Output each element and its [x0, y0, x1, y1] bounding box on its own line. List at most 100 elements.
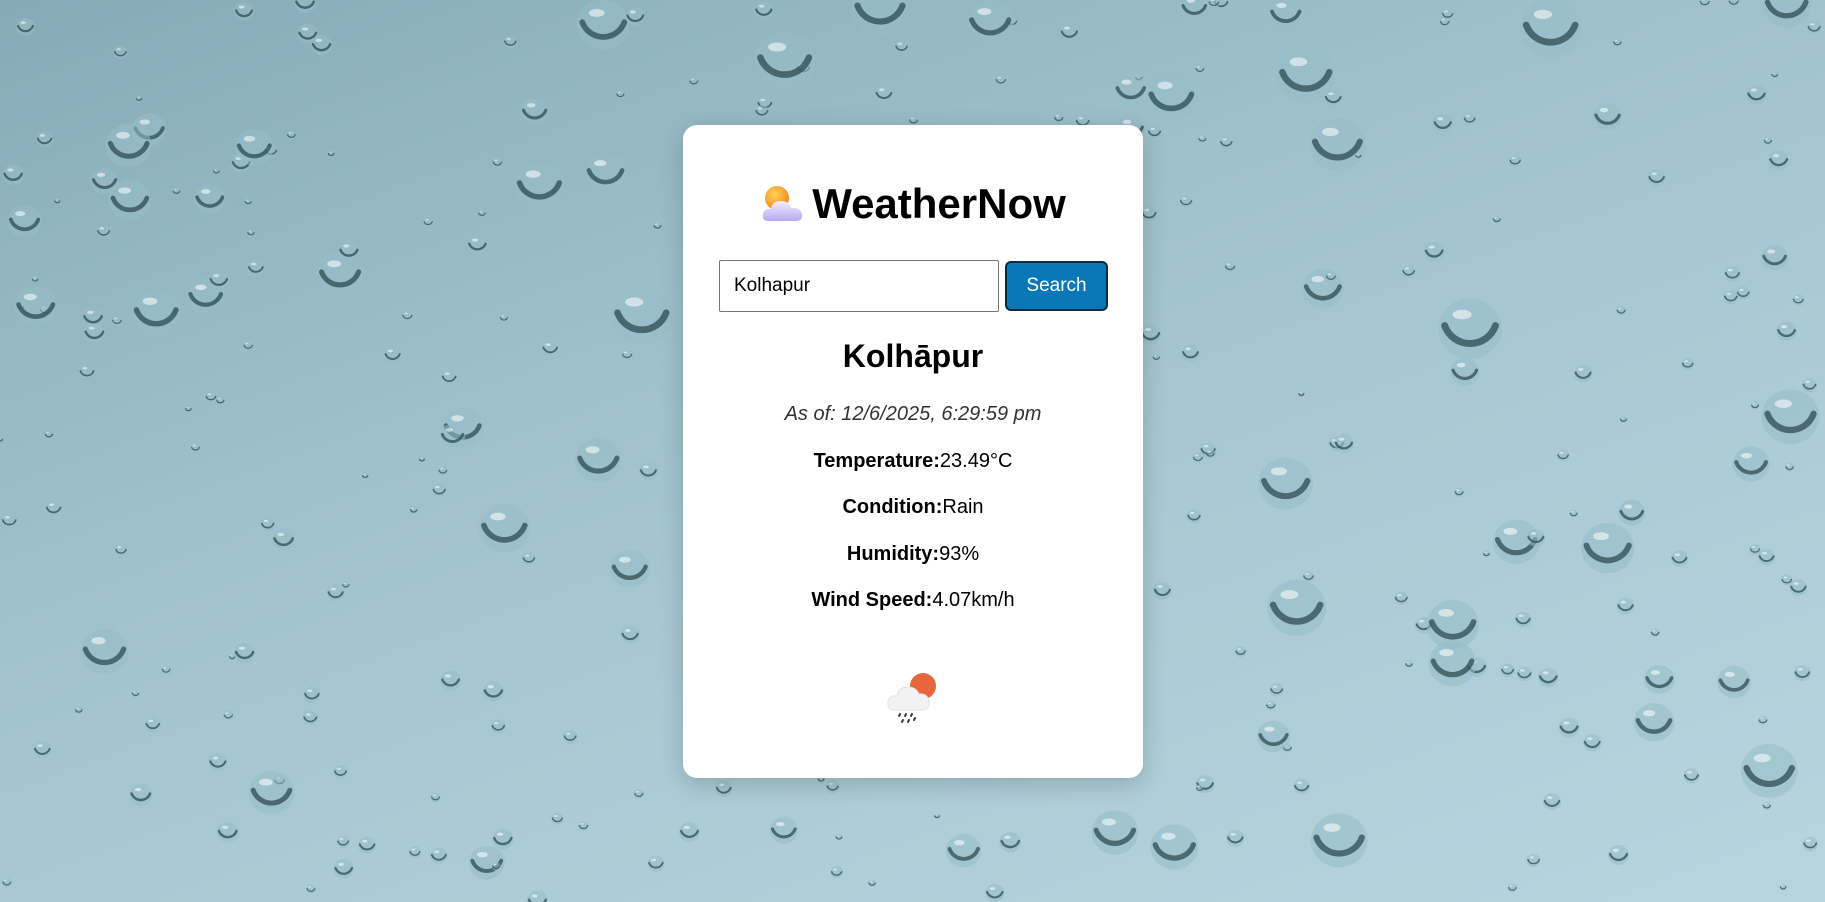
- water-drop: [1762, 801, 1772, 811]
- water-drop: [161, 665, 171, 675]
- water-drop: [1569, 509, 1578, 518]
- water-drop: [526, 890, 548, 902]
- water-drop: [78, 364, 96, 380]
- water-drop: [1301, 268, 1344, 309]
- water-drop: [135, 95, 143, 103]
- water-drop: [54, 198, 61, 205]
- water-drop: [830, 866, 843, 879]
- water-drop: [520, 98, 549, 125]
- water-drop: [754, 31, 815, 90]
- wind-speed-value: 4.07km/h: [932, 589, 1015, 611]
- water-drop: [1732, 446, 1770, 482]
- water-drop: [31, 276, 39, 283]
- water-drop: [1140, 324, 1162, 345]
- water-drop: [541, 340, 559, 357]
- water-drop: [966, 0, 1014, 45]
- water-drop: [2, 164, 24, 186]
- search-bar: Search: [719, 260, 1108, 312]
- water-drop: [440, 670, 461, 691]
- humidity-value: 93%: [939, 543, 980, 565]
- water-drop: [1192, 452, 1204, 464]
- water-drop: [1428, 640, 1477, 687]
- water-drop: [1508, 154, 1522, 167]
- water-drop: [1194, 64, 1205, 74]
- water-drop: [1195, 784, 1205, 793]
- water-drop: [1526, 528, 1546, 547]
- city-name: Kolhāpur: [842, 338, 984, 374]
- water-drop: [316, 252, 364, 297]
- water-drop: [1736, 286, 1751, 300]
- water-drop: [204, 391, 217, 403]
- water-drop: [7, 204, 42, 238]
- water-drop: [131, 288, 181, 336]
- water-drop: [1355, 152, 1362, 159]
- water-drop: [647, 855, 665, 872]
- water-drop: [679, 822, 700, 842]
- water-drop: [409, 506, 418, 514]
- water-drop: [1309, 117, 1366, 172]
- water-drop: [1616, 597, 1635, 615]
- rain-cloud-sun-icon: [887, 673, 936, 723]
- search-button[interactable]: Search: [1005, 261, 1108, 311]
- water-drop: [1267, 579, 1327, 636]
- water-drop: [1618, 499, 1646, 526]
- water-drop: [1699, 0, 1711, 8]
- water-drop: [1180, 0, 1209, 21]
- water-drop: [1607, 845, 1630, 866]
- water-drop: [754, 1, 774, 20]
- water-drop: [995, 74, 1007, 86]
- water-drop: [208, 753, 228, 772]
- water-drop: [499, 314, 509, 323]
- water-drop: [577, 0, 630, 50]
- water-drop: [362, 472, 369, 479]
- water-drop: [247, 229, 255, 237]
- temperature-row: Temperature:23.49°C: [683, 450, 1143, 473]
- water-drop: [615, 90, 625, 99]
- water-drop: [233, 642, 256, 664]
- water-drop: [934, 813, 941, 820]
- water-drop: [14, 286, 58, 328]
- water-drop: [851, 0, 909, 36]
- water-drop: [1, 513, 18, 529]
- water-drop: [1779, 883, 1787, 891]
- water-drop: [1492, 215, 1501, 224]
- water-drop: [1140, 205, 1158, 222]
- water-drop: [521, 552, 536, 566]
- water-drop: [244, 198, 252, 206]
- water-drop: [1784, 462, 1795, 472]
- water-drop: [1681, 357, 1695, 371]
- water-drop: [1717, 665, 1752, 699]
- water-drop: [1526, 853, 1541, 868]
- water-drop: [1150, 824, 1199, 870]
- water-drop: [1432, 113, 1453, 133]
- water-drop: [90, 167, 119, 195]
- water-drop: [190, 443, 201, 453]
- water-drop: [1059, 23, 1079, 42]
- water-drop: [1146, 72, 1197, 121]
- humidity-row: Humidity:93%: [683, 543, 1143, 566]
- water-drop: [113, 45, 128, 60]
- water-drop: [33, 741, 52, 759]
- water-drop: [1463, 112, 1477, 126]
- water-drop: [1792, 294, 1805, 306]
- water-drop: [868, 879, 877, 888]
- water-drop: [383, 346, 402, 364]
- water-drop: [1643, 664, 1675, 695]
- water-drop: [653, 221, 662, 231]
- water-drop: [129, 783, 153, 806]
- water-drop: [1265, 700, 1276, 711]
- water-drop: [578, 821, 589, 832]
- water-drop: [1256, 720, 1291, 753]
- app-title: WeatherNow: [812, 180, 1066, 227]
- water-drop: [234, 2, 255, 21]
- water-drop: [1537, 667, 1559, 688]
- wind-speed-label: Wind Speed:: [811, 589, 933, 611]
- water-drop: [1325, 271, 1337, 282]
- water-drop: [1612, 38, 1623, 47]
- city-search-input[interactable]: [719, 260, 999, 312]
- water-drop: [575, 438, 622, 483]
- water-drop: [326, 584, 345, 602]
- water-drop: [514, 161, 565, 209]
- water-drop: [1762, 0, 1811, 28]
- water-drop: [1556, 449, 1570, 462]
